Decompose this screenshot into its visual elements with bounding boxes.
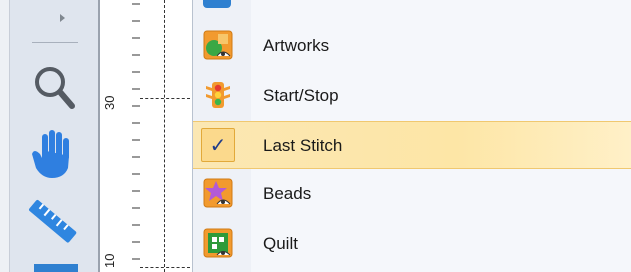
checkmark-icon: ✓: [209, 133, 227, 157]
tool-strip-edge: [0, 0, 10, 272]
beads-icon: [203, 178, 233, 208]
artworks-icon: [203, 30, 233, 60]
traffic-light-icon: [203, 80, 233, 110]
measure-tool-button[interactable]: [20, 196, 84, 248]
view-options-menu: Artworks Start/Stop ✓ Last Stitch Beads …: [192, 0, 631, 272]
previous-item-partial-icon: [203, 0, 231, 8]
ruler-ticks: [132, 3, 140, 260]
menu-item-artworks[interactable]: Artworks: [193, 22, 631, 70]
menu-item-label: Start/Stop: [263, 86, 339, 105]
menu-item-start-stop[interactable]: Start/Stop: [193, 72, 631, 120]
menu-item-quilt[interactable]: Quilt: [193, 220, 631, 268]
vertical-guide-line: [164, 0, 165, 272]
expand-arrow-icon[interactable]: [60, 14, 65, 22]
ruler-label-10: 10: [102, 253, 117, 268]
menu-item-label: Artworks: [263, 36, 330, 55]
menu-item-beads[interactable]: Beads: [193, 170, 631, 218]
pan-tool-button[interactable]: [20, 128, 84, 180]
vertical-ruler: [98, 0, 140, 272]
design-canvas[interactable]: [140, 0, 192, 272]
zoom-tool-button[interactable]: [20, 60, 84, 112]
menu-item-label: Beads: [263, 184, 312, 203]
magnifier-icon: [35, 67, 75, 109]
ruler-icon: [29, 199, 77, 243]
next-tool-partial-icon: [34, 264, 78, 272]
horizontal-guide-line: [140, 98, 190, 99]
ruler-label-30: 30: [102, 95, 117, 110]
tool-strip: [0, 0, 98, 272]
menu-item-label: Last Stitch: [263, 136, 343, 155]
horizontal-guide-line: [140, 267, 190, 268]
menu-item-label: Quilt: [263, 234, 298, 253]
hand-icon: [32, 130, 69, 178]
menu-item-last-stitch[interactable]: ✓ Last Stitch: [193, 121, 631, 169]
checkmark-box: ✓: [201, 128, 235, 162]
quilt-icon: [203, 228, 233, 258]
tool-strip-separator: [32, 42, 78, 43]
